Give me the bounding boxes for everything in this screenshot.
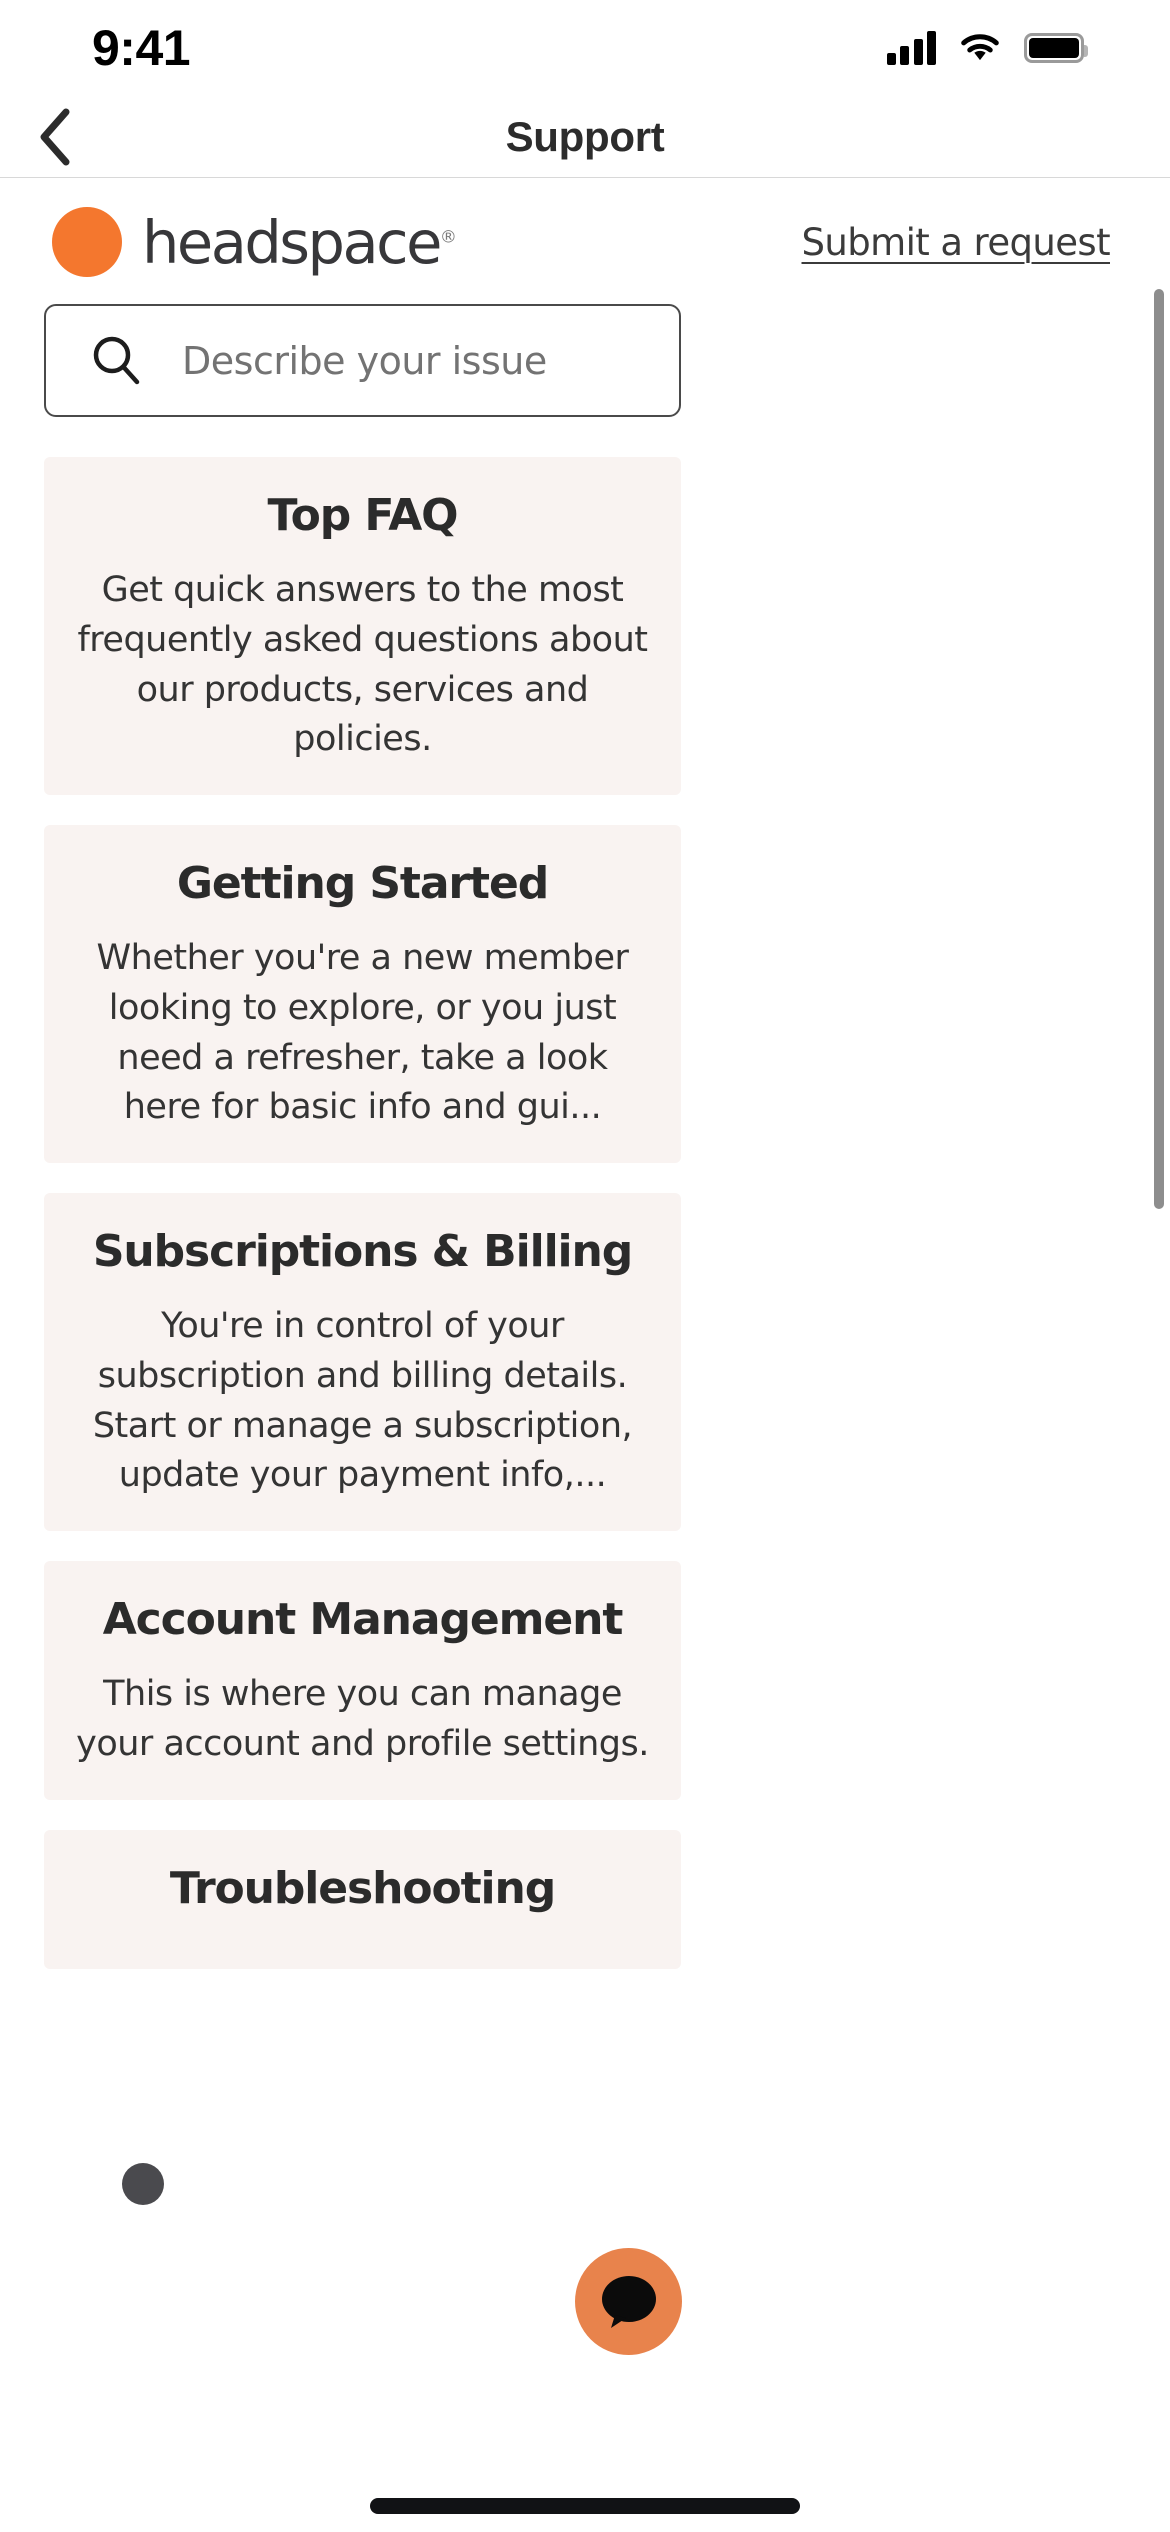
registered-trademark-icon: ® <box>439 226 457 247</box>
scrollbar-thumb[interactable] <box>1154 289 1164 1209</box>
status-bar: 9:41 <box>0 0 1170 96</box>
page-title: Support <box>505 112 665 160</box>
wifi-icon <box>961 34 999 61</box>
headspace-logo[interactable]: headspace® <box>52 207 457 277</box>
card-description: Whether you're a new member looking to e… <box>96 938 629 1128</box>
phone-screen: 9:41 Support headspace® Submit a request… <box>0 0 1170 2532</box>
category-card-top-faq[interactable]: Top FAQ Get quick answers to the most fr… <box>44 457 681 796</box>
status-bar-time: 9:41 <box>92 20 191 76</box>
card-title: Troubleshooting <box>169 1862 556 1914</box>
battery-full-icon <box>1024 33 1088 63</box>
category-card-getting-started[interactable]: Getting Started Whether you're a new mem… <box>44 825 681 1164</box>
home-indicator <box>370 2498 800 2514</box>
chat-button[interactable] <box>575 2248 682 2355</box>
brand-header: headspace® Submit a request <box>0 207 1170 277</box>
card-title: Getting Started <box>176 858 549 910</box>
cellular-signal-icon <box>886 31 936 65</box>
back-button[interactable] <box>18 101 90 173</box>
touch-cursor-indicator <box>122 2163 164 2205</box>
chevron-left-icon <box>40 108 70 165</box>
brand-name-text: headspace <box>142 207 442 277</box>
category-card-subscriptions-billing[interactable]: Subscriptions & Billing You're in contro… <box>44 1193 681 1532</box>
card-title: Subscriptions & Billing <box>92 1226 633 1278</box>
chat-bubble-icon <box>601 2275 656 2328</box>
status-bar-indicators <box>886 31 1088 65</box>
card-description: Get quick answers to the most frequently… <box>77 570 648 760</box>
search-input[interactable]: Describe your issue <box>44 304 681 417</box>
category-card-account-management[interactable]: Account Management This is where you can… <box>44 1561 681 1800</box>
headspace-orange-dot-icon <box>52 207 122 277</box>
search-input-placeholder: Describe your issue <box>182 338 547 383</box>
support-web-content: headspace® Submit a request Describe you… <box>0 179 1170 2532</box>
card-title: Account Management <box>102 1594 624 1646</box>
category-card-list: Top FAQ Get quick answers to the most fr… <box>44 457 681 1999</box>
card-description: This is where you can manage your accoun… <box>76 1674 649 1764</box>
search-icon <box>93 336 140 384</box>
submit-a-request-link[interactable]: Submit a request <box>802 221 1111 264</box>
category-card-troubleshooting[interactable]: Troubleshooting <box>44 1829 681 1969</box>
navigation-bar: Support <box>0 96 1170 178</box>
headspace-wordmark: headspace® <box>142 208 457 277</box>
card-title: Top FAQ <box>267 490 459 541</box>
card-description: You're in control of your subscription a… <box>92 1306 633 1496</box>
